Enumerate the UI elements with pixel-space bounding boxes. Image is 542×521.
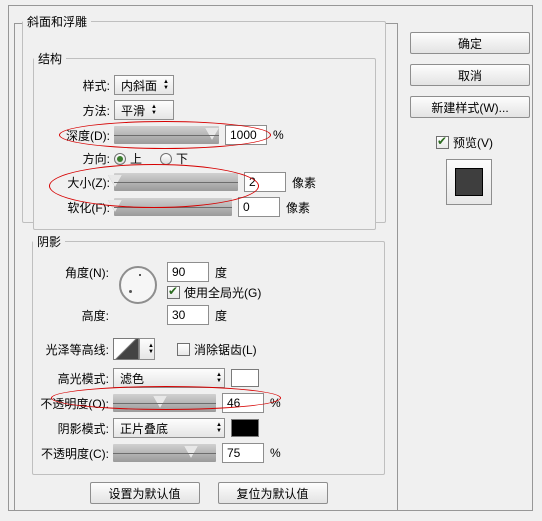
global-light-label: 使用全局光(G) — [184, 284, 261, 301]
bevel-emboss-legend: 斜面和浮雕 — [23, 13, 91, 30]
angle-input[interactable]: 90 — [167, 262, 209, 282]
depth-label: 深度(D): — [34, 127, 114, 144]
highlight-opacity-slider[interactable] — [113, 394, 216, 412]
shadow-color-swatch[interactable] — [231, 419, 259, 437]
shadow-opacity-slider[interactable] — [113, 444, 216, 462]
updown-icon — [216, 372, 222, 384]
dial-dot — [129, 290, 132, 293]
contour-dropdown[interactable] — [139, 338, 155, 360]
highlight-mode-combobox[interactable]: 滤色 — [113, 368, 225, 388]
cancel-button[interactable]: 取消 — [410, 64, 530, 86]
soften-unit: 像素 — [286, 199, 310, 216]
checkbox-icon — [177, 343, 190, 356]
structure-group: 结构 样式: 内斜面 方法: 平滑 深度(D): — [33, 50, 376, 230]
dialog-frame: 斜面和浮雕 结构 样式: 内斜面 方法: 平滑 深度( — [8, 5, 533, 511]
size-input[interactable]: 2 — [244, 172, 286, 192]
depth-slider[interactable] — [114, 126, 219, 144]
global-light-checkbox[interactable]: 使用全局光(G) — [167, 284, 261, 301]
preview-swatch — [446, 159, 492, 205]
shadow-opacity-input[interactable]: 75 — [222, 443, 264, 463]
gloss-contour-picker[interactable] — [113, 338, 139, 360]
soften-slider[interactable] — [114, 198, 232, 216]
highlight-color-swatch[interactable] — [231, 369, 259, 387]
direction-down-radio[interactable]: 下 — [160, 150, 188, 167]
soften-label: 软化(F): — [34, 199, 114, 216]
technique-label: 方法: — [34, 102, 114, 119]
new-style-button[interactable]: 新建样式(W)... — [410, 96, 530, 118]
preview-swatch-inner — [455, 168, 483, 196]
make-default-button[interactable]: 设置为默认值 — [90, 482, 200, 504]
angle-unit: 度 — [215, 264, 227, 281]
style-label: 样式: — [34, 77, 114, 94]
altitude-input[interactable]: 30 — [167, 305, 209, 325]
direction-label: 方向: — [34, 150, 114, 167]
style-combobox[interactable]: 内斜面 — [114, 75, 174, 95]
highlight-opacity-input[interactable]: 46 — [222, 393, 264, 413]
highlight-mode-value: 滤色 — [120, 370, 144, 387]
shadow-mode-label: 阴影模式: — [33, 420, 113, 437]
technique-value: 平滑 — [121, 102, 145, 119]
radio-icon — [114, 153, 126, 165]
size-label: 大小(Z): — [34, 174, 114, 191]
altitude-unit: 度 — [215, 307, 227, 324]
dialog-buttons: 确定 取消 新建样式(W)... — [410, 32, 530, 128]
antialias-checkbox[interactable]: 消除锯齿(L) — [177, 341, 257, 358]
slider-thumb[interactable] — [108, 200, 122, 212]
updown-icon — [163, 79, 169, 91]
depth-unit: % — [273, 128, 284, 142]
shading-group: 阴影 角度(N): 90 度 使用全局光(G) 高度: 30 度 光泽等高线: — [32, 233, 385, 475]
shadow-mode-combobox[interactable]: 正片叠底 — [113, 418, 225, 438]
depth-input[interactable]: 1000 — [225, 125, 267, 145]
angle-label: 角度(N): — [33, 264, 113, 281]
technique-combobox[interactable]: 平滑 — [114, 100, 174, 120]
footer-buttons: 设置为默认值 复位为默认值 — [32, 482, 385, 504]
structure-legend: 结构 — [34, 50, 66, 67]
shadow-opacity-label: 不透明度(C): — [33, 445, 113, 462]
highlight-opacity-label: 不透明度(O): — [33, 395, 113, 412]
antialias-label: 消除锯齿(L) — [194, 341, 257, 358]
direction-up-radio[interactable]: 上 — [114, 150, 142, 167]
angle-dial[interactable] — [119, 266, 157, 304]
dial-cross — [139, 274, 141, 276]
preview-checkbox[interactable]: 预览(V) — [436, 134, 493, 151]
checkbox-icon — [167, 286, 180, 299]
shading-legend: 阴影 — [33, 233, 65, 250]
gloss-contour-label: 光泽等高线: — [33, 341, 113, 358]
preview-label: 预览(V) — [453, 134, 493, 151]
ok-button[interactable]: 确定 — [410, 32, 530, 54]
reset-default-button[interactable]: 复位为默认值 — [218, 482, 328, 504]
updown-icon — [216, 422, 222, 434]
radio-icon — [160, 153, 172, 165]
altitude-label: 高度: — [33, 307, 113, 324]
slider-thumb[interactable] — [205, 128, 219, 140]
soften-input[interactable]: 0 — [238, 197, 280, 217]
slider-thumb[interactable] — [184, 446, 198, 458]
slider-thumb[interactable] — [108, 175, 122, 187]
updown-icon — [151, 104, 157, 116]
direction-down-label: 下 — [176, 150, 188, 167]
shadow-opacity-unit: % — [270, 446, 281, 460]
slider-thumb[interactable] — [153, 396, 167, 408]
checkbox-icon — [436, 136, 449, 149]
highlight-mode-label: 高光模式: — [33, 370, 113, 387]
bevel-emboss-group: 斜面和浮雕 结构 样式: 内斜面 方法: 平滑 深度( — [22, 13, 386, 223]
direction-up-label: 上 — [130, 150, 142, 167]
style-value: 内斜面 — [121, 77, 157, 94]
updown-icon — [148, 343, 154, 355]
size-slider[interactable] — [114, 173, 238, 191]
size-unit: 像素 — [292, 174, 316, 191]
highlight-opacity-unit: % — [270, 396, 281, 410]
shadow-mode-value: 正片叠底 — [120, 420, 168, 437]
